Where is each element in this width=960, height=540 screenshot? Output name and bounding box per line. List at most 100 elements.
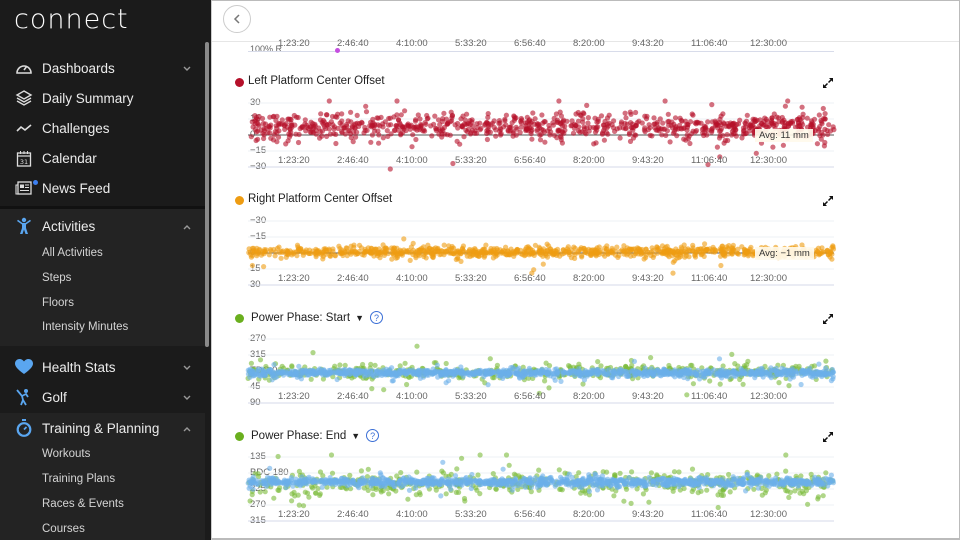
data-point bbox=[553, 251, 560, 257]
data-point bbox=[547, 250, 553, 257]
data-point bbox=[506, 462, 512, 468]
data-point bbox=[410, 369, 416, 375]
data-point bbox=[289, 491, 295, 497]
data-point bbox=[266, 367, 272, 373]
data-point bbox=[719, 243, 725, 249]
main-content: 100% R 1:23:20 2:46:40 4:10:00 5:33:20 6:56:… bbox=[211, 0, 960, 540]
data-point bbox=[346, 250, 352, 256]
sidebar-item-golf[interactable]: Golf bbox=[0, 382, 205, 412]
data-point bbox=[571, 244, 577, 250]
data-point bbox=[684, 392, 690, 398]
data-point bbox=[616, 252, 622, 259]
data-point bbox=[433, 487, 439, 493]
sidebar-subitem-floors[interactable]: Floors bbox=[42, 297, 74, 309]
data-point bbox=[339, 118, 345, 124]
sidebar-item-label: Training & Planning bbox=[42, 420, 160, 436]
expand-icon[interactable] bbox=[822, 195, 834, 207]
data-point bbox=[585, 115, 591, 121]
sidebar-subitem-intensity-minutes[interactable]: Intensity Minutes bbox=[42, 321, 128, 333]
data-point bbox=[361, 130, 367, 136]
help-icon[interactable]: ? bbox=[366, 429, 380, 442]
chevron-down-icon[interactable] bbox=[181, 62, 193, 74]
data-point bbox=[467, 122, 473, 128]
chart-title[interactable]: Power Phase: Start ▼? bbox=[251, 311, 383, 324]
data-point bbox=[417, 250, 423, 256]
data-point bbox=[626, 246, 632, 252]
data-point bbox=[365, 466, 371, 472]
sidebar-item-dashboards[interactable]: Dashboards bbox=[0, 53, 205, 83]
data-point bbox=[827, 254, 833, 260]
data-point bbox=[459, 455, 465, 461]
back-button[interactable] bbox=[223, 5, 251, 33]
sidebar-item-activities[interactable]: Activities bbox=[0, 211, 205, 241]
chevron-down-icon[interactable] bbox=[181, 361, 193, 373]
expand-icon[interactable] bbox=[822, 431, 834, 443]
data-point bbox=[705, 127, 711, 133]
data-point bbox=[356, 123, 362, 129]
data-point bbox=[414, 469, 420, 475]
data-point bbox=[738, 368, 744, 374]
sidebar-subitem-workouts[interactable]: Workouts bbox=[42, 448, 90, 460]
data-point bbox=[331, 124, 338, 130]
sidebar-subitem-training-plans[interactable]: Training Plans bbox=[42, 473, 115, 485]
data-point bbox=[594, 487, 601, 493]
data-point bbox=[319, 133, 325, 139]
data-point bbox=[262, 121, 269, 127]
data-point bbox=[779, 365, 785, 371]
data-point bbox=[716, 479, 722, 485]
help-icon[interactable]: ? bbox=[370, 311, 383, 324]
chevron-up-icon[interactable] bbox=[181, 422, 193, 434]
data-point bbox=[538, 251, 544, 258]
sidebar-item-news-feed[interactable]: News Feed bbox=[0, 173, 205, 203]
data-point bbox=[401, 247, 407, 253]
data-point bbox=[503, 452, 510, 458]
data-point bbox=[506, 370, 512, 377]
data-point bbox=[339, 128, 345, 135]
data-point bbox=[542, 139, 548, 145]
sidebar-item-training-planning[interactable]: Training & Planning bbox=[0, 413, 205, 443]
sidebar-item-calendar[interactable]: 31 Calendar bbox=[0, 143, 205, 173]
data-point bbox=[779, 118, 785, 124]
x-tick-label: 8:20:00 bbox=[573, 391, 605, 402]
sidebar-subitem-races-events[interactable]: Races & Events bbox=[42, 498, 124, 510]
dropdown-caret-icon[interactable]: ▼ bbox=[355, 313, 364, 323]
chevron-up-icon[interactable] bbox=[181, 220, 193, 232]
dropdown-caret-icon[interactable]: ▼ bbox=[351, 431, 360, 441]
data-point bbox=[365, 487, 371, 493]
chart-title[interactable]: Power Phase: End ▼? bbox=[251, 429, 380, 442]
data-point bbox=[588, 251, 594, 257]
sidebar-scrollbar[interactable] bbox=[205, 42, 209, 347]
data-point bbox=[822, 475, 829, 481]
data-point bbox=[655, 250, 661, 256]
data-point bbox=[783, 468, 789, 474]
data-point bbox=[247, 498, 253, 504]
data-point bbox=[825, 131, 831, 137]
data-point bbox=[558, 378, 564, 384]
expand-icon[interactable] bbox=[822, 313, 834, 325]
expand-icon[interactable] bbox=[822, 77, 834, 89]
data-point bbox=[689, 466, 696, 472]
connect-logo[interactable]: connect bbox=[14, 4, 129, 35]
data-point bbox=[830, 369, 837, 375]
sidebar-subitem-all-activities[interactable]: All Activities bbox=[42, 247, 103, 259]
x-tick-label: 4:10:00 bbox=[396, 38, 428, 49]
chevron-down-icon[interactable] bbox=[181, 391, 193, 403]
sidebar-subitem-steps[interactable]: Steps bbox=[42, 272, 71, 284]
sidebar-subitem-courses[interactable]: Courses bbox=[42, 523, 85, 535]
data-point bbox=[326, 121, 332, 127]
data-point bbox=[619, 476, 625, 483]
data-point bbox=[771, 122, 777, 129]
sidebar-item-challenges[interactable]: Challenges bbox=[0, 113, 205, 143]
data-point bbox=[764, 119, 771, 125]
data-point bbox=[556, 98, 562, 104]
data-point bbox=[712, 118, 718, 124]
data-point bbox=[444, 132, 450, 138]
sidebar-item-daily-summary[interactable]: Daily Summary bbox=[0, 83, 205, 113]
data-point bbox=[654, 121, 660, 127]
data-point bbox=[583, 370, 589, 376]
data-point bbox=[317, 469, 324, 475]
data-point bbox=[743, 248, 749, 254]
data-point bbox=[546, 385, 552, 391]
app-root: connect Dashboards Daily Summary Challen… bbox=[0, 0, 960, 540]
sidebar-item-health-stats[interactable]: Health Stats bbox=[0, 352, 205, 382]
